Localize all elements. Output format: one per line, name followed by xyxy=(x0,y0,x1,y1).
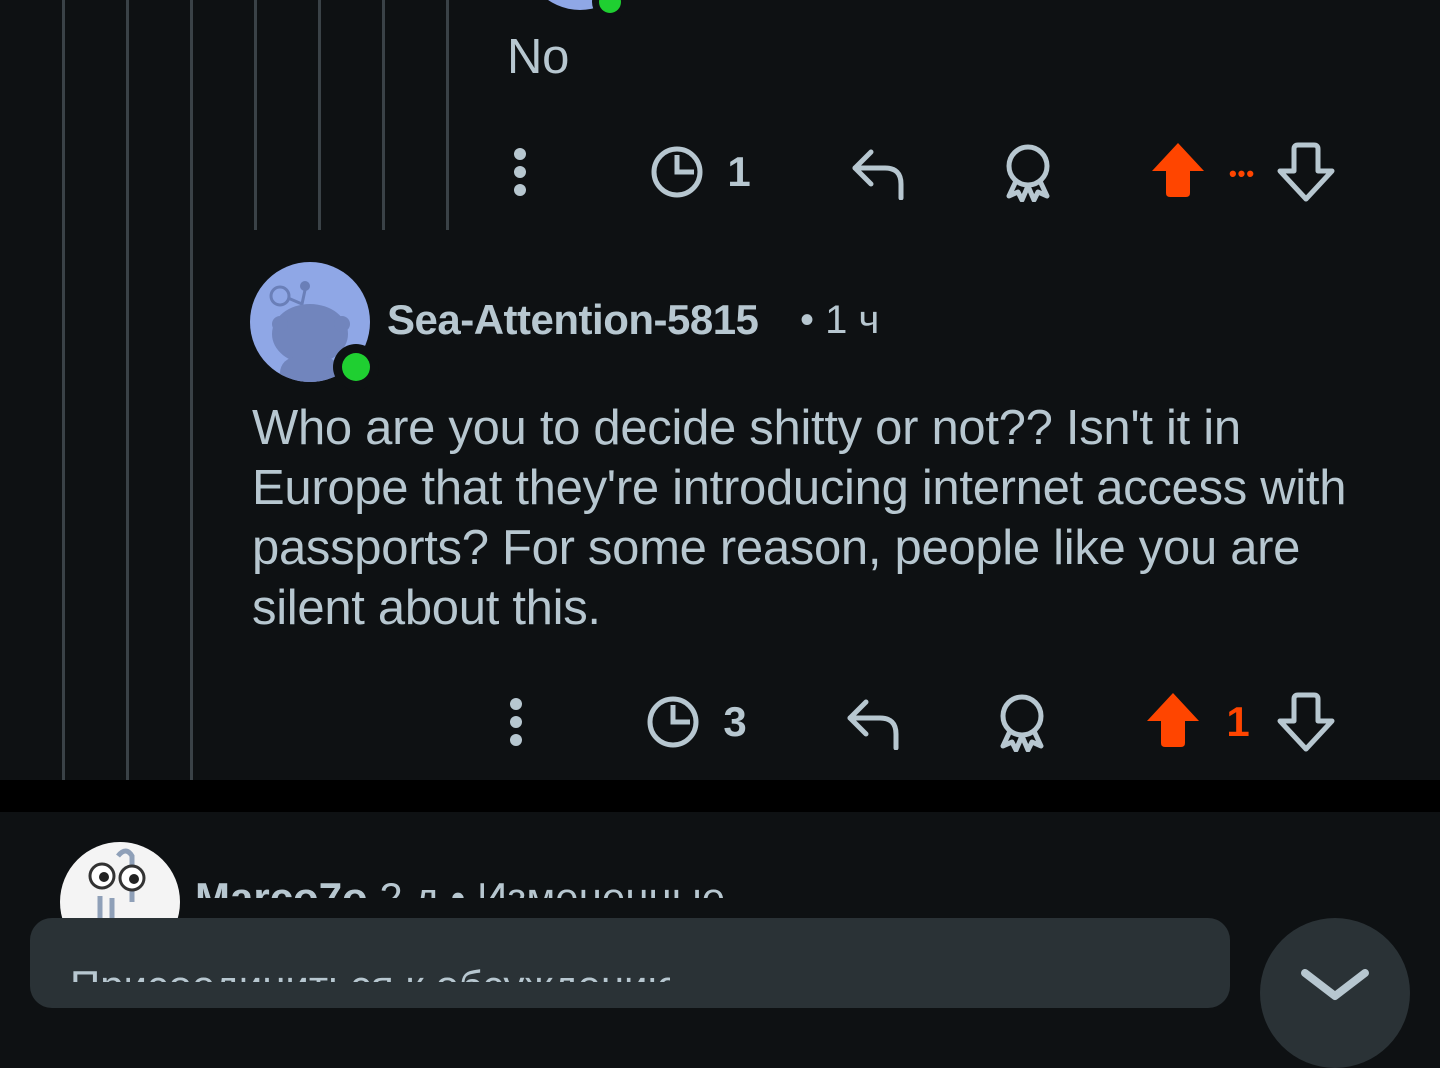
online-indicator xyxy=(592,0,628,20)
more-vertical-icon xyxy=(510,698,522,746)
reply-button[interactable] xyxy=(840,690,904,754)
downvote-button[interactable] xyxy=(1276,140,1336,204)
more-vertical-icon xyxy=(514,148,526,196)
more-options-button[interactable] xyxy=(500,140,540,204)
next-comment-header: Marco7o 2 д • Измененные xyxy=(195,870,895,898)
award-icon xyxy=(1000,694,1044,752)
vote-count: ••• xyxy=(1228,161,1256,186)
reply-button[interactable] xyxy=(845,140,909,204)
history-clock-icon xyxy=(651,146,703,198)
upvote-arrow-icon xyxy=(1147,693,1199,747)
reply-arrow-icon xyxy=(852,149,904,200)
award-button[interactable] xyxy=(996,140,1060,204)
online-indicator xyxy=(333,344,379,390)
reply-arrow-icon xyxy=(847,699,899,750)
upvote-arrow-icon xyxy=(1152,143,1204,197)
comment-author[interactable]: Sea-Attention-5815 xyxy=(387,296,759,344)
parent-action-bar: 1 ••• xyxy=(0,132,1440,212)
award-button[interactable] xyxy=(990,690,1054,754)
next-comment-author[interactable]: Marco7o xyxy=(195,874,368,898)
chevron-down-icon xyxy=(1301,969,1369,1000)
replies-button[interactable]: 3 xyxy=(636,690,756,754)
replies-button[interactable]: 1 xyxy=(640,140,760,204)
upvote-button[interactable] xyxy=(1148,138,1208,202)
collapse-button[interactable] xyxy=(1260,918,1410,1068)
thread-line[interactable] xyxy=(126,0,129,780)
comment-body: Who are you to decide shitty or not?? Is… xyxy=(252,401,1347,635)
downvote-button[interactable] xyxy=(1276,690,1336,754)
downvote-arrow-icon xyxy=(1277,142,1335,202)
section-divider xyxy=(0,780,1440,812)
comment-action-bar: 3 1 xyxy=(0,682,1440,762)
comment-input-placeholder: Присоединиться к обсуждению xyxy=(70,958,670,982)
next-comment-meta: 2 д • Измененные xyxy=(379,874,726,898)
thread-line[interactable] xyxy=(190,0,193,780)
award-icon xyxy=(1006,144,1050,202)
thread-line[interactable] xyxy=(62,0,65,780)
downvote-arrow-icon xyxy=(1277,692,1335,752)
replies-count: 1 xyxy=(727,148,751,195)
comment-timestamp: • 1 ч xyxy=(800,298,880,342)
vote-count: 1 xyxy=(1226,698,1250,745)
upvote-button[interactable] xyxy=(1143,688,1203,752)
replies-count: 3 xyxy=(723,698,747,745)
parent-comment-text: No xyxy=(507,30,570,84)
history-clock-icon xyxy=(647,696,699,748)
more-options-button[interactable] xyxy=(496,690,536,754)
